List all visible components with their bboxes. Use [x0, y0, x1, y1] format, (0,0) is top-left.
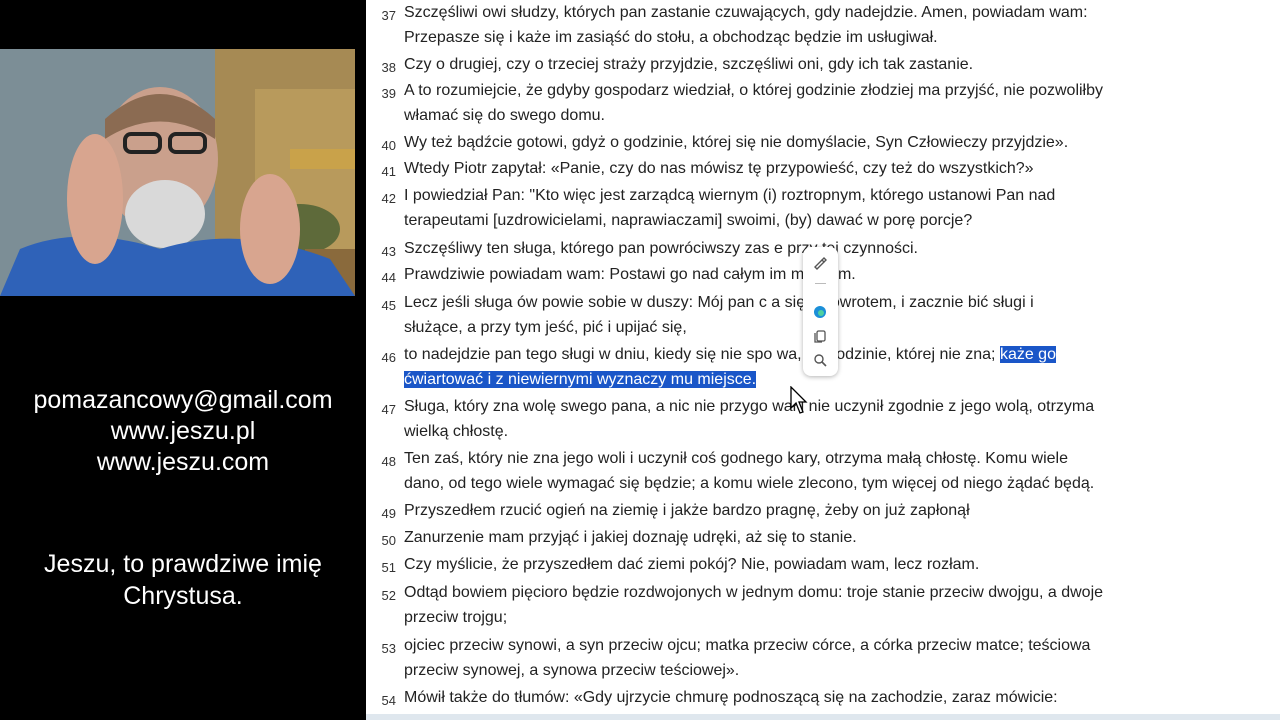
verse-text: Szczęśliwi owi słudzy, których pan zasta… [404, 4, 1088, 21]
verse-text-line: dano, od tego wiele wymagać się będzie; … [404, 475, 1094, 493]
verse-text: Lecz jeśli sługa ów powie sobie w duszy:… [404, 294, 1034, 311]
verse-number: 38 [381, 60, 396, 75]
verse-number: 48 [381, 454, 396, 469]
verse-text: Przepasze się i każe im zasiąść do stołu… [404, 29, 938, 46]
tagline-line-2: Chrystusa. [123, 582, 243, 610]
verse-text-line: włamać się do swego domu. [404, 107, 605, 125]
verse-text-line: Przepasze się i każe im zasiąść do stołu… [404, 29, 938, 47]
verse-text: ojciec przeciw synowi, a syn przeciw ojc… [404, 637, 1091, 654]
verse-text-line: służące, a przy tym jeść, pić i upijać s… [404, 319, 687, 337]
verse-text: A to rozumiejcie, że gdyby gospodarz wie… [404, 82, 1103, 99]
verse-text: przeciw trojgu; [404, 609, 508, 626]
verse-text-line: Szczęśliwi owi słudzy, których pan zasta… [404, 4, 1088, 22]
verse-text: Czy o drugiej, czy o trzeciej straży prz… [404, 56, 974, 73]
verse-number: 40 [381, 138, 396, 153]
verse-text-line: terapeutami [uzdrowicielami, naprawiacza… [404, 212, 972, 230]
verse-text-line: Odtąd bowiem pięcioro będzie rozdwojonyc… [404, 584, 1103, 602]
website-pl: www.jeszu.pl [110, 417, 256, 445]
verse-number: 39 [381, 86, 396, 101]
website-com: www.jeszu.com [96, 448, 270, 476]
highlight-icon[interactable] [812, 255, 828, 271]
verse-text: Szczęśliwy ten sługa, którego pan powróc… [404, 240, 918, 257]
verse-text-line: Szczęśliwy ten sługa, którego pan powróc… [404, 240, 918, 258]
verse-number: 44 [381, 270, 396, 285]
verse-text: to nadejdzie pan tego sługi w dniu, kied… [404, 346, 996, 363]
verse-number: 52 [381, 588, 396, 603]
verse-number: 46 [381, 350, 396, 365]
verse-text-line: Mówił także do tłumów: «Gdy ujrzycie chm… [404, 689, 1058, 707]
verse-text-line: Czy o drugiej, czy o trzeciej straży prz… [404, 56, 973, 74]
verse-number: 51 [381, 560, 396, 575]
verse-text: Prawdziwie powiadam wam: Postawi go nad … [404, 266, 856, 283]
email-text: pomazancowy@gmail.com [33, 386, 333, 414]
edge-copilot-icon[interactable] [812, 304, 828, 320]
verse-text: Wy też bądźcie gotowi, gdyż o godzinie, … [404, 134, 1069, 151]
tagline-line-1: Jeszu, to prawdziwe imię [44, 550, 322, 578]
verse-text-line: Ten zaś, który nie zna jego woli i uczyn… [404, 450, 1068, 468]
verse-text-line: Zanurzenie mam przyjąć i jakiej doznaję … [404, 529, 857, 547]
verse-text-line: Wy też bądźcie gotowi, gdyż o godzinie, … [404, 134, 1068, 152]
verse-number: 49 [381, 506, 396, 521]
webcam-picture [0, 49, 355, 296]
verse-number: 45 [381, 298, 396, 313]
verse-text: Czy myślicie, że przyszedłem dać ziemi p… [404, 556, 980, 573]
verse-text-line: Przyszedłem rzucić ogień na ziemię i jak… [404, 502, 970, 520]
verse-text: włamać się do swego domu. [404, 107, 605, 124]
verse-text-line: wielką chłostę. [404, 423, 508, 441]
verse-text: Sługa, który zna wolę swego pana, a nic … [404, 398, 1095, 415]
verse-text-line: przeciw trojgu; [404, 609, 507, 627]
verse-text: służące, a przy tym jeść, pić i upijać s… [404, 319, 687, 336]
selected-text[interactable]: każe go [999, 346, 1056, 363]
verse-text: terapeutami [uzdrowicielami, naprawiacza… [404, 212, 973, 229]
webcam-video [0, 49, 355, 296]
selection-toolbar [803, 247, 838, 376]
verse-text-line: ojciec przeciw synowi, a syn przeciw ojc… [404, 637, 1090, 655]
verse-text-line: Lecz jeśli sługa ów powie sobie w duszy:… [404, 294, 1034, 312]
verse-text-line: A to rozumiejcie, że gdyby gospodarz wie… [404, 82, 1103, 100]
verse-text: Przyszedłem rzucić ogień na ziemię i jak… [404, 502, 970, 519]
verse-text-line: I powiedział Pan: "Kto więc jest zarządc… [404, 187, 1055, 205]
verse-text: Zanurzenie mam przyjąć i jakiej doznaję … [404, 529, 857, 546]
verse-text: przeciw synowej, a synowa przeciw teścio… [404, 662, 740, 679]
verse-number: 42 [381, 191, 396, 206]
verse-text: Ten zaś, który nie zna jego woli i uczyn… [404, 450, 1069, 467]
verse-text: wielką chłostę. [404, 423, 509, 440]
verse-number: 50 [381, 533, 396, 548]
verse-text-line: przeciw synowej, a synowa przeciw teścio… [404, 662, 739, 680]
verse-text: Odtąd bowiem pięcioro będzie rozdwojonyc… [404, 584, 1104, 601]
verse-number: 37 [381, 8, 396, 23]
verse-text: I powiedział Pan: "Kto więc jest zarządc… [404, 187, 1056, 204]
verse-number: 41 [381, 164, 396, 179]
toolbar-divider [815, 283, 826, 284]
verse-text-line: Czy myślicie, że przyszedłem dać ziemi p… [404, 556, 979, 574]
verse-number: 43 [381, 244, 396, 259]
verse-text-line: Prawdziwie powiadam wam: Postawi go nad … [404, 266, 856, 284]
verse-text: Wtedy Piotr zapytał: «Panie, czy do nas … [404, 160, 1034, 177]
contact-info: pomazancowy@gmail.com www.jeszu.pl www.j… [0, 385, 366, 478]
verse-text: dano, od tego wiele wymagać się będzie; … [404, 475, 1095, 492]
copy-icon[interactable] [812, 328, 828, 344]
mouse-cursor-icon [790, 386, 808, 414]
verse-number: 47 [381, 402, 396, 417]
left-panel: pomazancowy@gmail.com www.jeszu.pl www.j… [0, 0, 366, 720]
verse-number: 53 [381, 641, 396, 656]
verse-text-line: ćwiartować i z niewiernymi wyznaczy mu m… [404, 371, 757, 389]
tagline: Jeszu, to prawdziwe imię Chrystusa. [0, 548, 366, 612]
verse-text-line: Wtedy Piotr zapytał: «Panie, czy do nas … [404, 160, 1034, 178]
verse-text: ćwiartować i z niewiernymi wyznaczy mu m… [404, 371, 757, 388]
verse-number: 54 [381, 693, 396, 708]
verse-text-line: Sługa, który zna wolę swego pana, a nic … [404, 398, 1094, 416]
verse-text-line: to nadejdzie pan tego sługi w dniu, kied… [404, 346, 1056, 364]
search-icon[interactable] [812, 352, 828, 368]
horizontal-scrollbar[interactable] [366, 714, 1280, 720]
verse-text: Mówił także do tłumów: «Gdy ujrzycie chm… [404, 689, 1058, 706]
